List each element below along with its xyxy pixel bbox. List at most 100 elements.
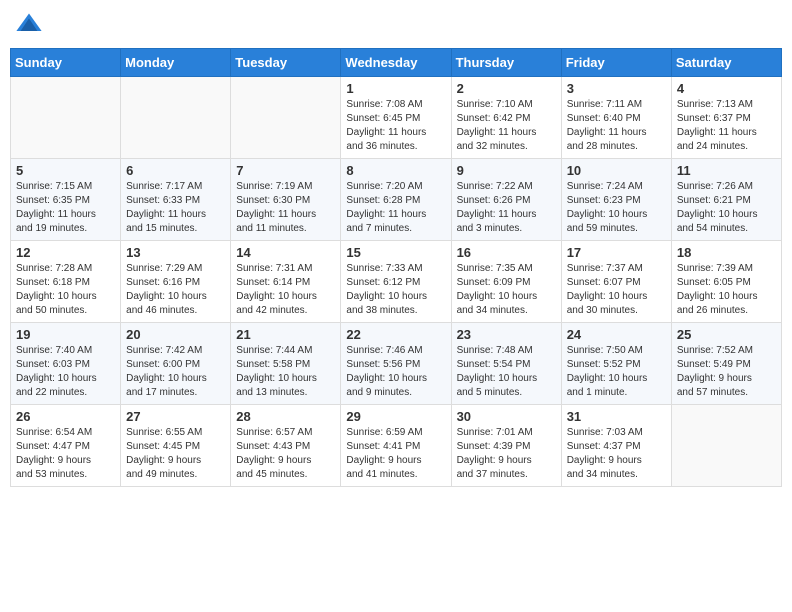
calendar-day-14: 14 Sunrise: 7:31 AM Sunset: 6:14 PM Dayli… (231, 241, 341, 323)
calendar-day-31: 31Sunrise: 7:03 AM Sunset: 4:37 PM Dayli… (561, 405, 671, 487)
day-number: 17 (567, 245, 666, 260)
calendar-header-row: SundayMondayTuesdayWednesdayThursdayFrid… (11, 49, 782, 77)
day-info: Sunrise: 7:28 AM Sunset: 6:18 PM Dayligh… (16, 262, 115, 318)
calendar-day-25: 25 Sunrise: 7:52 AM Sunset: 5:49 PM Dayli… (671, 323, 781, 405)
day-number: 6 (126, 163, 225, 178)
calendar-week-4: 19 Sunrise: 7:40 AM Sunset: 6:03 PM Dayli… (11, 323, 782, 405)
day-info: Sunrise: 7:17 AM Sunset: 6:33 PM Dayligh… (126, 180, 225, 236)
calendar-day-10: 10 Sunrise: 7:24 AM Sunset: 6:23 PM Dayli… (561, 159, 671, 241)
day-info: Sunrise: 7:01 AM Sunset: 4:39 PM Dayligh… (457, 426, 556, 482)
day-number: 16 (457, 245, 556, 260)
day-info: Sunrise: 7:46 AM Sunset: 5:56 PM Dayligh… (346, 344, 445, 400)
calendar-day-5: 5Sunrise: 7:15 AM Sunset: 6:35 PM Daylig… (11, 159, 121, 241)
day-header-monday: Monday (121, 49, 231, 77)
calendar-day-23: 23 Sunrise: 7:48 AM Sunset: 5:54 PM Dayli… (451, 323, 561, 405)
day-info: Sunrise: 7:22 AM Sunset: 6:26 PM Dayligh… (457, 180, 556, 236)
day-number: 22 (346, 327, 445, 342)
day-info: Sunrise: 7:44 AM Sunset: 5:58 PM Dayligh… (236, 344, 335, 400)
calendar-week-5: 26 Sunrise: 6:54 AM Sunset: 4:47 PM Dayli… (11, 405, 782, 487)
day-number: 19 (16, 327, 115, 342)
day-info: Sunrise: 7:03 AM Sunset: 4:37 PM Dayligh… (567, 426, 666, 482)
day-header-sunday: Sunday (11, 49, 121, 77)
calendar-day-30: 30 Sunrise: 7:01 AM Sunset: 4:39 PM Dayli… (451, 405, 561, 487)
day-number: 26 (16, 409, 115, 424)
day-number: 29 (346, 409, 445, 424)
day-info: Sunrise: 6:59 AM Sunset: 4:41 PM Dayligh… (346, 426, 445, 482)
calendar-week-3: 12Sunrise: 7:28 AM Sunset: 6:18 PM Dayli… (11, 241, 782, 323)
day-number: 21 (236, 327, 335, 342)
day-info: Sunrise: 7:08 AM Sunset: 6:45 PM Dayligh… (346, 98, 445, 154)
calendar-day-19: 19 Sunrise: 7:40 AM Sunset: 6:03 PM Dayli… (11, 323, 121, 405)
day-info: Sunrise: 7:29 AM Sunset: 6:16 PM Dayligh… (126, 262, 225, 318)
day-number: 24 (567, 327, 666, 342)
day-number: 11 (677, 163, 776, 178)
logo (15, 10, 47, 38)
day-info: Sunrise: 7:19 AM Sunset: 6:30 PM Dayligh… (236, 180, 335, 236)
calendar-day-22: 22 Sunrise: 7:46 AM Sunset: 5:56 PM Dayli… (341, 323, 451, 405)
calendar-day-11: 11 Sunrise: 7:26 AM Sunset: 6:21 PM Dayli… (671, 159, 781, 241)
day-info: Sunrise: 7:48 AM Sunset: 5:54 PM Dayligh… (457, 344, 556, 400)
day-number: 15 (346, 245, 445, 260)
day-header-friday: Friday (561, 49, 671, 77)
day-info: Sunrise: 7:33 AM Sunset: 6:12 PM Dayligh… (346, 262, 445, 318)
calendar-day-18: 18Sunrise: 7:39 AM Sunset: 6:05 PM Dayli… (671, 241, 781, 323)
calendar-day-28: 28 Sunrise: 6:57 AM Sunset: 4:43 PM Dayli… (231, 405, 341, 487)
calendar-day-17: 17 Sunrise: 7:37 AM Sunset: 6:07 PM Dayli… (561, 241, 671, 323)
day-info: Sunrise: 7:10 AM Sunset: 6:42 PM Dayligh… (457, 98, 556, 154)
day-number: 7 (236, 163, 335, 178)
calendar-day-2: 2 Sunrise: 7:10 AM Sunset: 6:42 PM Daylig… (451, 77, 561, 159)
day-info: Sunrise: 7:20 AM Sunset: 6:28 PM Dayligh… (346, 180, 445, 236)
day-number: 14 (236, 245, 335, 260)
day-number: 25 (677, 327, 776, 342)
day-number: 28 (236, 409, 335, 424)
empty-day (121, 77, 231, 159)
day-header-saturday: Saturday (671, 49, 781, 77)
day-number: 5 (16, 163, 115, 178)
day-number: 3 (567, 81, 666, 96)
calendar-day-1: 1 Sunrise: 7:08 AM Sunset: 6:45 PM Daylig… (341, 77, 451, 159)
day-number: 30 (457, 409, 556, 424)
day-header-thursday: Thursday (451, 49, 561, 77)
calendar-day-20: 20Sunrise: 7:42 AM Sunset: 6:00 PM Dayli… (121, 323, 231, 405)
calendar-day-26: 26 Sunrise: 6:54 AM Sunset: 4:47 PM Dayli… (11, 405, 121, 487)
day-info: Sunrise: 7:40 AM Sunset: 6:03 PM Dayligh… (16, 344, 115, 400)
calendar-day-9: 9 Sunrise: 7:22 AM Sunset: 6:26 PM Daylig… (451, 159, 561, 241)
day-number: 23 (457, 327, 556, 342)
day-number: 13 (126, 245, 225, 260)
calendar-day-13: 13 Sunrise: 7:29 AM Sunset: 6:16 PM Dayli… (121, 241, 231, 323)
day-number: 2 (457, 81, 556, 96)
day-number: 20 (126, 327, 225, 342)
day-info: Sunrise: 7:26 AM Sunset: 6:21 PM Dayligh… (677, 180, 776, 236)
logo-icon (15, 10, 43, 38)
calendar-day-27: 27Sunrise: 6:55 AM Sunset: 4:45 PM Dayli… (121, 405, 231, 487)
day-info: Sunrise: 7:24 AM Sunset: 6:23 PM Dayligh… (567, 180, 666, 236)
calendar-day-24: 24 Sunrise: 7:50 AM Sunset: 5:52 PM Dayli… (561, 323, 671, 405)
calendar-day-16: 16 Sunrise: 7:35 AM Sunset: 6:09 PM Dayli… (451, 241, 561, 323)
empty-day (671, 405, 781, 487)
day-info: Sunrise: 7:11 AM Sunset: 6:40 PM Dayligh… (567, 98, 666, 154)
day-number: 1 (346, 81, 445, 96)
page-header (10, 10, 782, 38)
empty-day (231, 77, 341, 159)
day-info: Sunrise: 7:37 AM Sunset: 6:07 PM Dayligh… (567, 262, 666, 318)
calendar-day-8: 8 Sunrise: 7:20 AM Sunset: 6:28 PM Daylig… (341, 159, 451, 241)
day-info: Sunrise: 7:35 AM Sunset: 6:09 PM Dayligh… (457, 262, 556, 318)
calendar: SundayMondayTuesdayWednesdayThursdayFrid… (10, 48, 782, 487)
day-header-wednesday: Wednesday (341, 49, 451, 77)
calendar-day-4: 4Sunrise: 7:13 AM Sunset: 6:37 PM Daylig… (671, 77, 781, 159)
day-number: 27 (126, 409, 225, 424)
day-info: Sunrise: 7:50 AM Sunset: 5:52 PM Dayligh… (567, 344, 666, 400)
calendar-day-7: 7 Sunrise: 7:19 AM Sunset: 6:30 PM Daylig… (231, 159, 341, 241)
calendar-day-12: 12Sunrise: 7:28 AM Sunset: 6:18 PM Dayli… (11, 241, 121, 323)
day-number: 8 (346, 163, 445, 178)
day-number: 9 (457, 163, 556, 178)
day-info: Sunrise: 7:31 AM Sunset: 6:14 PM Dayligh… (236, 262, 335, 318)
day-info: Sunrise: 7:52 AM Sunset: 5:49 PM Dayligh… (677, 344, 776, 400)
day-info: Sunrise: 6:57 AM Sunset: 4:43 PM Dayligh… (236, 426, 335, 482)
empty-day (11, 77, 121, 159)
calendar-day-3: 3 Sunrise: 7:11 AM Sunset: 6:40 PM Daylig… (561, 77, 671, 159)
day-number: 10 (567, 163, 666, 178)
day-info: Sunrise: 6:54 AM Sunset: 4:47 PM Dayligh… (16, 426, 115, 482)
day-info: Sunrise: 7:39 AM Sunset: 6:05 PM Dayligh… (677, 262, 776, 318)
calendar-day-29: 29 Sunrise: 6:59 AM Sunset: 4:41 PM Dayli… (341, 405, 451, 487)
